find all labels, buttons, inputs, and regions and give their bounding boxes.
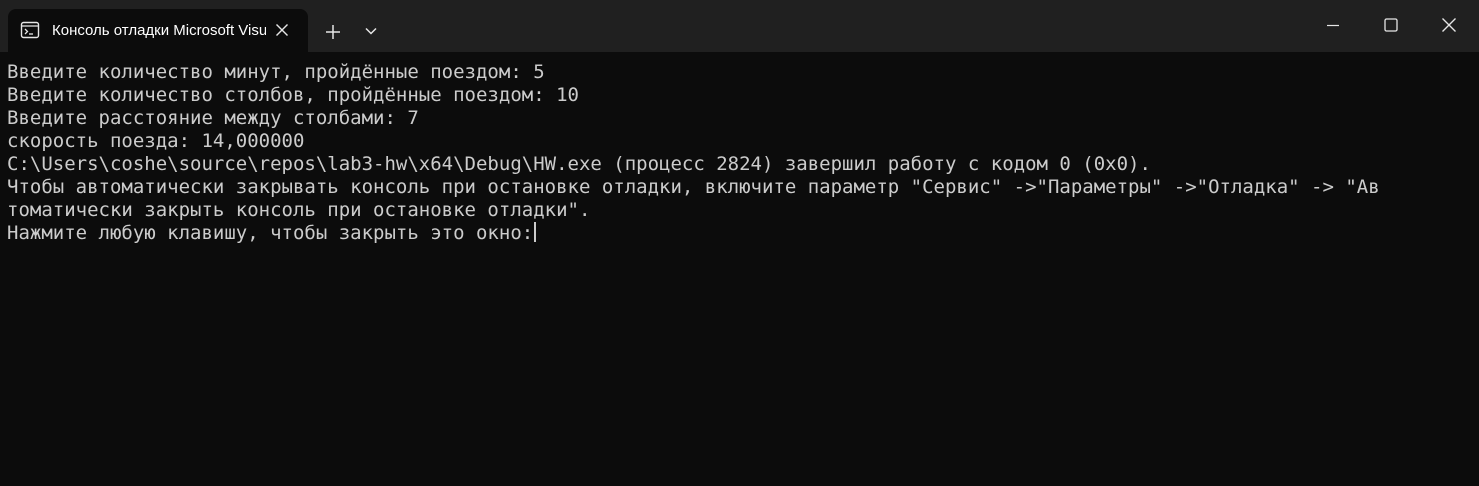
- terminal-window: Консоль отладки Microsoft Visual Studio: [0, 0, 1479, 486]
- text-cursor: [534, 222, 537, 242]
- close-button[interactable]: [1420, 0, 1478, 50]
- scrollbar[interactable]: [1467, 52, 1479, 486]
- console-line: Чтобы автоматически закрывать консоль пр…: [7, 176, 1380, 198]
- console-line: Введите количество минут, пройдённые пое…: [7, 61, 545, 83]
- close-icon[interactable]: [272, 20, 292, 40]
- console-line: скорость поезда: 14,000000: [7, 130, 305, 152]
- tab-title: Консоль отладки Microsoft Visual Studio: [52, 22, 266, 39]
- tab-debug-console[interactable]: Консоль отладки Microsoft Visual Studio: [8, 9, 308, 52]
- console-line: C:\Users\coshe\source\repos\lab3-hw\x64\…: [7, 153, 1151, 175]
- title-bar[interactable]: Консоль отладки Microsoft Visual Studio: [0, 0, 1479, 52]
- chevron-down-icon[interactable]: [362, 22, 380, 40]
- minimize-button[interactable]: [1304, 0, 1362, 50]
- console-line: Введите количество столбов, пройдённые п…: [7, 84, 579, 106]
- maximize-button[interactable]: [1362, 0, 1420, 50]
- console-line: Введите расстояние между столбами: 7: [7, 107, 419, 129]
- console-line: томатически закрыть консоль при остановк…: [7, 199, 591, 221]
- console-prompt-line: Нажмите любую клавишу, чтобы закрыть это…: [7, 222, 1472, 245]
- plus-icon[interactable]: [322, 21, 344, 43]
- console-prompt: Нажмите любую клавишу, чтобы закрыть это…: [7, 222, 534, 244]
- console-output[interactable]: Введите количество минут, пройдённые пое…: [7, 61, 1472, 245]
- terminal-icon: [20, 20, 40, 40]
